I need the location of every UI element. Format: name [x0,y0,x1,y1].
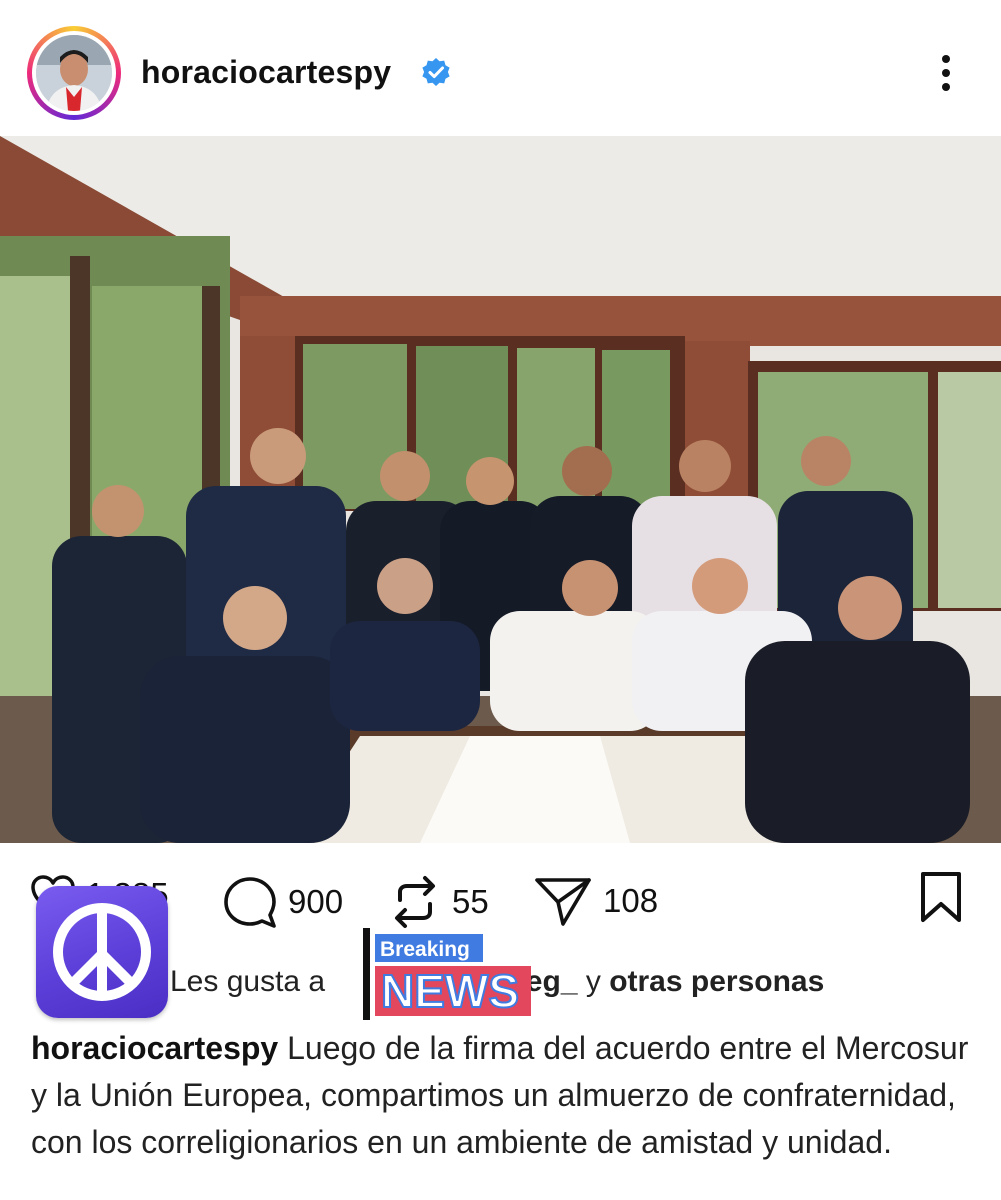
peace-sign-icon [53,903,151,1001]
post-username[interactable]: horaciocartespy [141,54,391,91]
comments-count[interactable]: 900 [288,883,343,921]
peace-sticker [36,886,168,1018]
liked-by-others[interactable]: otras personas [609,965,824,998]
comment-action[interactable]: 900 [222,874,343,930]
bookmark-icon[interactable] [918,870,964,924]
post-caption: horaciocartespy Luego de la firma del ac… [31,1025,981,1166]
shares-count[interactable]: 108 [603,882,658,920]
post-header: horaciocartespy [0,0,1001,136]
reposts-count[interactable]: 55 [452,883,489,921]
comment-icon[interactable] [222,874,278,930]
caption-username[interactable]: horaciocartespy [31,1030,278,1066]
liked-by-joiner: y [585,965,601,998]
story-ring[interactable] [27,26,121,120]
avatar[interactable] [36,35,112,111]
news-sticker-top: Breaking [380,938,470,961]
send-icon[interactable] [533,874,593,928]
verified-badge-icon [422,58,450,86]
more-options-icon[interactable] [930,50,962,96]
breaking-news-sticker: Breaking NEWS [363,928,531,1020]
repost-action[interactable]: 55 [388,874,489,930]
repost-icon[interactable] [388,874,442,930]
news-sticker-bottom: NEWS [381,965,519,1017]
post-photo[interactable] [0,136,1001,843]
share-action[interactable]: 108 [533,874,658,928]
liked-by-prefix: Les gusta a [170,965,326,998]
